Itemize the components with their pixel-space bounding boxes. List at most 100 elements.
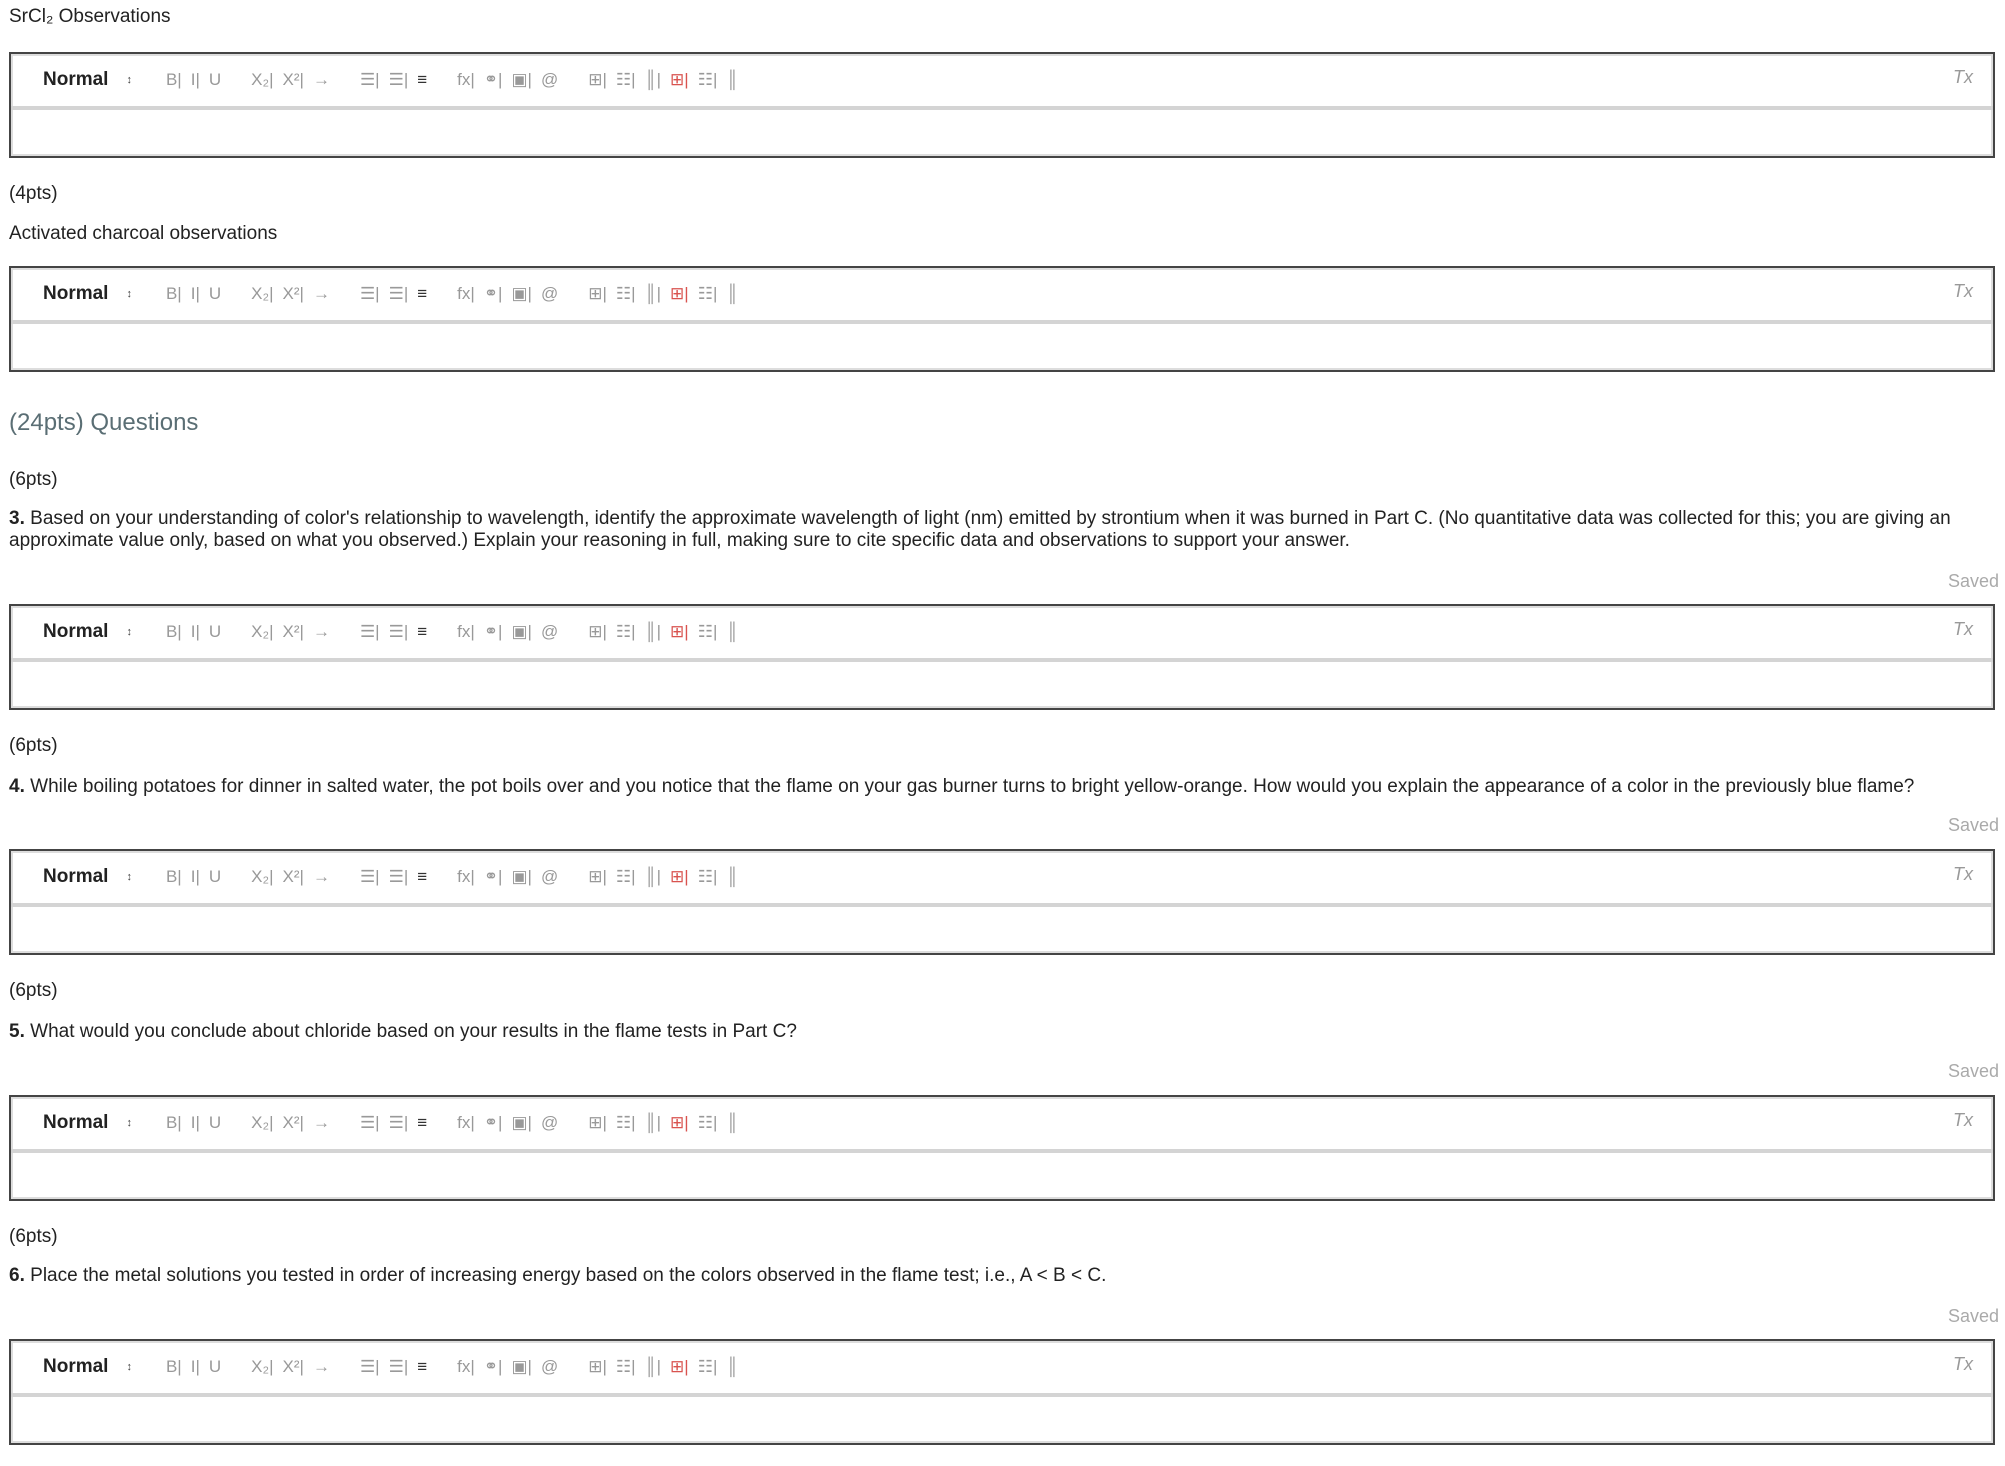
delete-column-icon[interactable]: ║ (726, 622, 738, 642)
image-icon[interactable]: ▣| (511, 1357, 531, 1377)
insert-column-icon[interactable]: ║| (645, 1113, 661, 1133)
editor-text-area[interactable] (11, 1153, 1993, 1199)
attachment-icon[interactable]: @ (541, 284, 558, 304)
image-icon[interactable]: ▣| (511, 284, 531, 304)
link-icon[interactable]: ⚭| (484, 70, 503, 90)
align-icon[interactable]: ≡ (417, 867, 427, 887)
ordered-list-icon[interactable]: ☰| (360, 70, 380, 90)
formula-icon[interactable]: fx| (457, 284, 475, 304)
insert-row-icon[interactable]: ☷| (616, 70, 636, 90)
subscript-icon[interactable]: X₂| (251, 867, 273, 887)
superscript-icon[interactable]: X²| (283, 1113, 304, 1133)
delete-table-icon[interactable]: ⊞| (670, 1113, 689, 1133)
indent-icon[interactable]: → (313, 70, 330, 90)
clear-formatting-icon[interactable]: Tx (1953, 619, 1973, 640)
bullet-list-icon[interactable]: ☰| (389, 284, 409, 304)
format-select-arrow-icon[interactable]: ↕ (126, 1361, 132, 1373)
delete-row-icon[interactable]: ☷| (698, 70, 718, 90)
insert-column-icon[interactable]: ║| (645, 867, 661, 887)
q6-answer-editor[interactable]: Normal ↕ B| I| U X₂| X²| → ☰| ☰| ≡ fx| ⚭| ▣| @ ⊞| ☷| ║| ⊞|… (9, 1339, 1995, 1445)
underline-icon[interactable]: U (209, 1113, 221, 1133)
attachment-icon[interactable]: @ (541, 1113, 558, 1133)
format-select-arrow-icon[interactable]: ↕ (126, 626, 132, 638)
editor-text-area[interactable] (11, 1397, 1993, 1443)
image-icon[interactable]: ▣| (511, 867, 531, 887)
charcoal-observations-editor[interactable]: Normal ↕ B| I| U X₂| X²| → ☰| ☰| ≡ fx| ⚭| ▣| @ ⊞| ☷| ║| ⊞|… (9, 266, 1995, 372)
superscript-icon[interactable]: X²| (283, 867, 304, 887)
table-icon[interactable]: ⊞| (588, 70, 607, 90)
delete-row-icon[interactable]: ☷| (698, 867, 718, 887)
format-select[interactable]: Normal (43, 866, 108, 888)
format-select[interactable]: Normal (43, 621, 108, 643)
link-icon[interactable]: ⚭| (484, 867, 503, 887)
insert-column-icon[interactable]: ║| (645, 70, 661, 90)
subscript-icon[interactable]: X₂| (251, 1357, 273, 1377)
indent-icon[interactable]: → (313, 622, 330, 642)
ordered-list-icon[interactable]: ☰| (360, 1357, 380, 1377)
srcl2-observations-editor[interactable]: Normal ↕ B| I| U X₂| X²| → ☰| ☰| ≡ fx| ⚭| ▣| @ ⊞| ☷| ║| ⊞|… (9, 52, 1995, 158)
bold-icon[interactable]: B| (166, 622, 182, 642)
table-icon[interactable]: ⊞| (588, 1357, 607, 1377)
underline-icon[interactable]: U (209, 867, 221, 887)
format-select-arrow-icon[interactable]: ↕ (126, 871, 132, 883)
format-select-arrow-icon[interactable]: ↕ (126, 288, 132, 300)
delete-column-icon[interactable]: ║ (726, 284, 738, 304)
delete-table-icon[interactable]: ⊞| (670, 284, 689, 304)
underline-icon[interactable]: U (209, 622, 221, 642)
insert-row-icon[interactable]: ☷| (616, 1357, 636, 1377)
format-select[interactable]: Normal (43, 1356, 108, 1378)
superscript-icon[interactable]: X²| (283, 622, 304, 642)
bullet-list-icon[interactable]: ☰| (389, 622, 409, 642)
bold-icon[interactable]: B| (166, 1357, 182, 1377)
attachment-icon[interactable]: @ (541, 622, 558, 642)
insert-row-icon[interactable]: ☷| (616, 284, 636, 304)
delete-row-icon[interactable]: ☷| (698, 622, 718, 642)
bold-icon[interactable]: B| (166, 284, 182, 304)
insert-column-icon[interactable]: ║| (645, 284, 661, 304)
delete-table-icon[interactable]: ⊞| (670, 1357, 689, 1377)
editor-text-area[interactable] (11, 907, 1993, 953)
bullet-list-icon[interactable]: ☰| (389, 867, 409, 887)
delete-column-icon[interactable]: ║ (726, 70, 738, 90)
subscript-icon[interactable]: X₂| (251, 1113, 273, 1133)
subscript-icon[interactable]: X₂| (251, 284, 273, 304)
delete-row-icon[interactable]: ☷| (698, 284, 718, 304)
align-icon[interactable]: ≡ (417, 1113, 427, 1133)
ordered-list-icon[interactable]: ☰| (360, 867, 380, 887)
ordered-list-icon[interactable]: ☰| (360, 284, 380, 304)
link-icon[interactable]: ⚭| (484, 622, 503, 642)
clear-formatting-icon[interactable]: Tx (1953, 1110, 1973, 1131)
formula-icon[interactable]: fx| (457, 70, 475, 90)
q5-answer-editor[interactable]: Normal ↕ B| I| U X₂| X²| → ☰| ☰| ≡ fx| ⚭| ▣| @ ⊞| ☷| ║| ⊞|… (9, 1095, 1995, 1201)
image-icon[interactable]: ▣| (511, 70, 531, 90)
format-select-arrow-icon[interactable]: ↕ (126, 1117, 132, 1129)
table-icon[interactable]: ⊞| (588, 867, 607, 887)
bold-icon[interactable]: B| (166, 867, 182, 887)
underline-icon[interactable]: U (209, 70, 221, 90)
editor-text-area[interactable] (11, 662, 1993, 708)
italic-icon[interactable]: I| (191, 70, 200, 90)
table-icon[interactable]: ⊞| (588, 622, 607, 642)
link-icon[interactable]: ⚭| (484, 1113, 503, 1133)
clear-formatting-icon[interactable]: Tx (1953, 1354, 1973, 1375)
align-icon[interactable]: ≡ (417, 622, 427, 642)
insert-column-icon[interactable]: ║| (645, 1357, 661, 1377)
clear-formatting-icon[interactable]: Tx (1953, 281, 1973, 302)
italic-icon[interactable]: I| (191, 1357, 200, 1377)
superscript-icon[interactable]: X²| (283, 70, 304, 90)
attachment-icon[interactable]: @ (541, 70, 558, 90)
insert-row-icon[interactable]: ☷| (616, 622, 636, 642)
delete-column-icon[interactable]: ║ (726, 867, 738, 887)
subscript-icon[interactable]: X₂| (251, 622, 273, 642)
underline-icon[interactable]: U (209, 284, 221, 304)
attachment-icon[interactable]: @ (541, 867, 558, 887)
clear-formatting-icon[interactable]: Tx (1953, 67, 1973, 88)
link-icon[interactable]: ⚭| (484, 284, 503, 304)
superscript-icon[interactable]: X²| (283, 1357, 304, 1377)
attachment-icon[interactable]: @ (541, 1357, 558, 1377)
table-icon[interactable]: ⊞| (588, 284, 607, 304)
delete-column-icon[interactable]: ║ (726, 1113, 738, 1133)
image-icon[interactable]: ▣| (511, 622, 531, 642)
bold-icon[interactable]: B| (166, 1113, 182, 1133)
delete-table-icon[interactable]: ⊞| (670, 867, 689, 887)
